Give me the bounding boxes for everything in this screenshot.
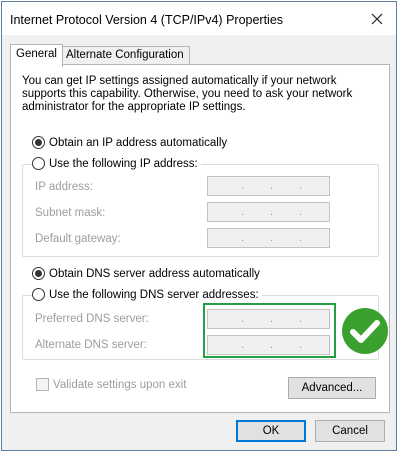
preferred-dns-label: Preferred DNS server: bbox=[35, 313, 149, 325]
ok-button[interactable]: OK bbox=[236, 420, 306, 442]
tab-strip: General Alternate Configuration bbox=[10, 44, 390, 67]
close-icon[interactable] bbox=[364, 6, 390, 32]
radio-use-following-dns[interactable]: Use the following DNS server addresses: bbox=[32, 288, 262, 301]
intro-text: You can get IP settings assigned automat… bbox=[22, 75, 353, 113]
cancel-button[interactable]: Cancel bbox=[315, 420, 385, 442]
radio-indicator bbox=[32, 157, 45, 170]
validate-settings-label: Validate settings upon exit bbox=[53, 378, 187, 391]
dialog-window: Internet Protocol Version 4 (TCP/IPv4) P… bbox=[1, 1, 397, 451]
radio-obtain-dns-auto-label: Obtain DNS server address automatically bbox=[49, 267, 260, 280]
title-bar: Internet Protocol Version 4 (TCP/IPv4) P… bbox=[2, 2, 396, 35]
tab-alternate-configuration[interactable]: Alternate Configuration bbox=[60, 46, 190, 66]
default-gateway-label: Default gateway: bbox=[35, 233, 121, 245]
tab-general-label: General bbox=[16, 48, 57, 60]
radio-obtain-ip-auto-label: Obtain an IP address automatically bbox=[49, 136, 228, 149]
radio-use-following-ip[interactable]: Use the following IP address: bbox=[32, 157, 201, 170]
tab-alternate-configuration-label: Alternate Configuration bbox=[66, 49, 184, 61]
radio-obtain-dns-auto[interactable]: Obtain DNS server address automatically bbox=[32, 267, 263, 280]
radio-indicator bbox=[32, 288, 45, 301]
radio-indicator bbox=[32, 267, 45, 280]
checkmark-badge-icon bbox=[341, 307, 389, 355]
radio-obtain-ip-auto[interactable]: Obtain an IP address automatically bbox=[32, 136, 231, 149]
subnet-mask-input[interactable]: ... bbox=[207, 202, 330, 222]
subnet-mask-label: Subnet mask: bbox=[35, 207, 106, 219]
validate-settings-checkbox[interactable]: Validate settings upon exit bbox=[36, 378, 186, 391]
radio-indicator bbox=[32, 136, 45, 149]
tab-general[interactable]: General bbox=[10, 44, 63, 67]
dns-highlight-box bbox=[203, 303, 336, 358]
ip-address-input[interactable]: ... bbox=[207, 176, 330, 196]
radio-use-following-ip-label: Use the following IP address: bbox=[49, 157, 198, 170]
advanced-button[interactable]: Advanced... bbox=[288, 377, 376, 399]
alternate-dns-label: Alternate DNS server: bbox=[35, 339, 147, 351]
ip-address-label: IP address: bbox=[35, 181, 93, 193]
checkbox-box bbox=[36, 378, 49, 391]
window-title: Internet Protocol Version 4 (TCP/IPv4) P… bbox=[10, 13, 284, 27]
radio-use-following-dns-label: Use the following DNS server addresses: bbox=[49, 288, 259, 301]
default-gateway-input[interactable]: ... bbox=[207, 228, 330, 248]
general-panel: You can get IP settings assigned automat… bbox=[10, 64, 390, 413]
